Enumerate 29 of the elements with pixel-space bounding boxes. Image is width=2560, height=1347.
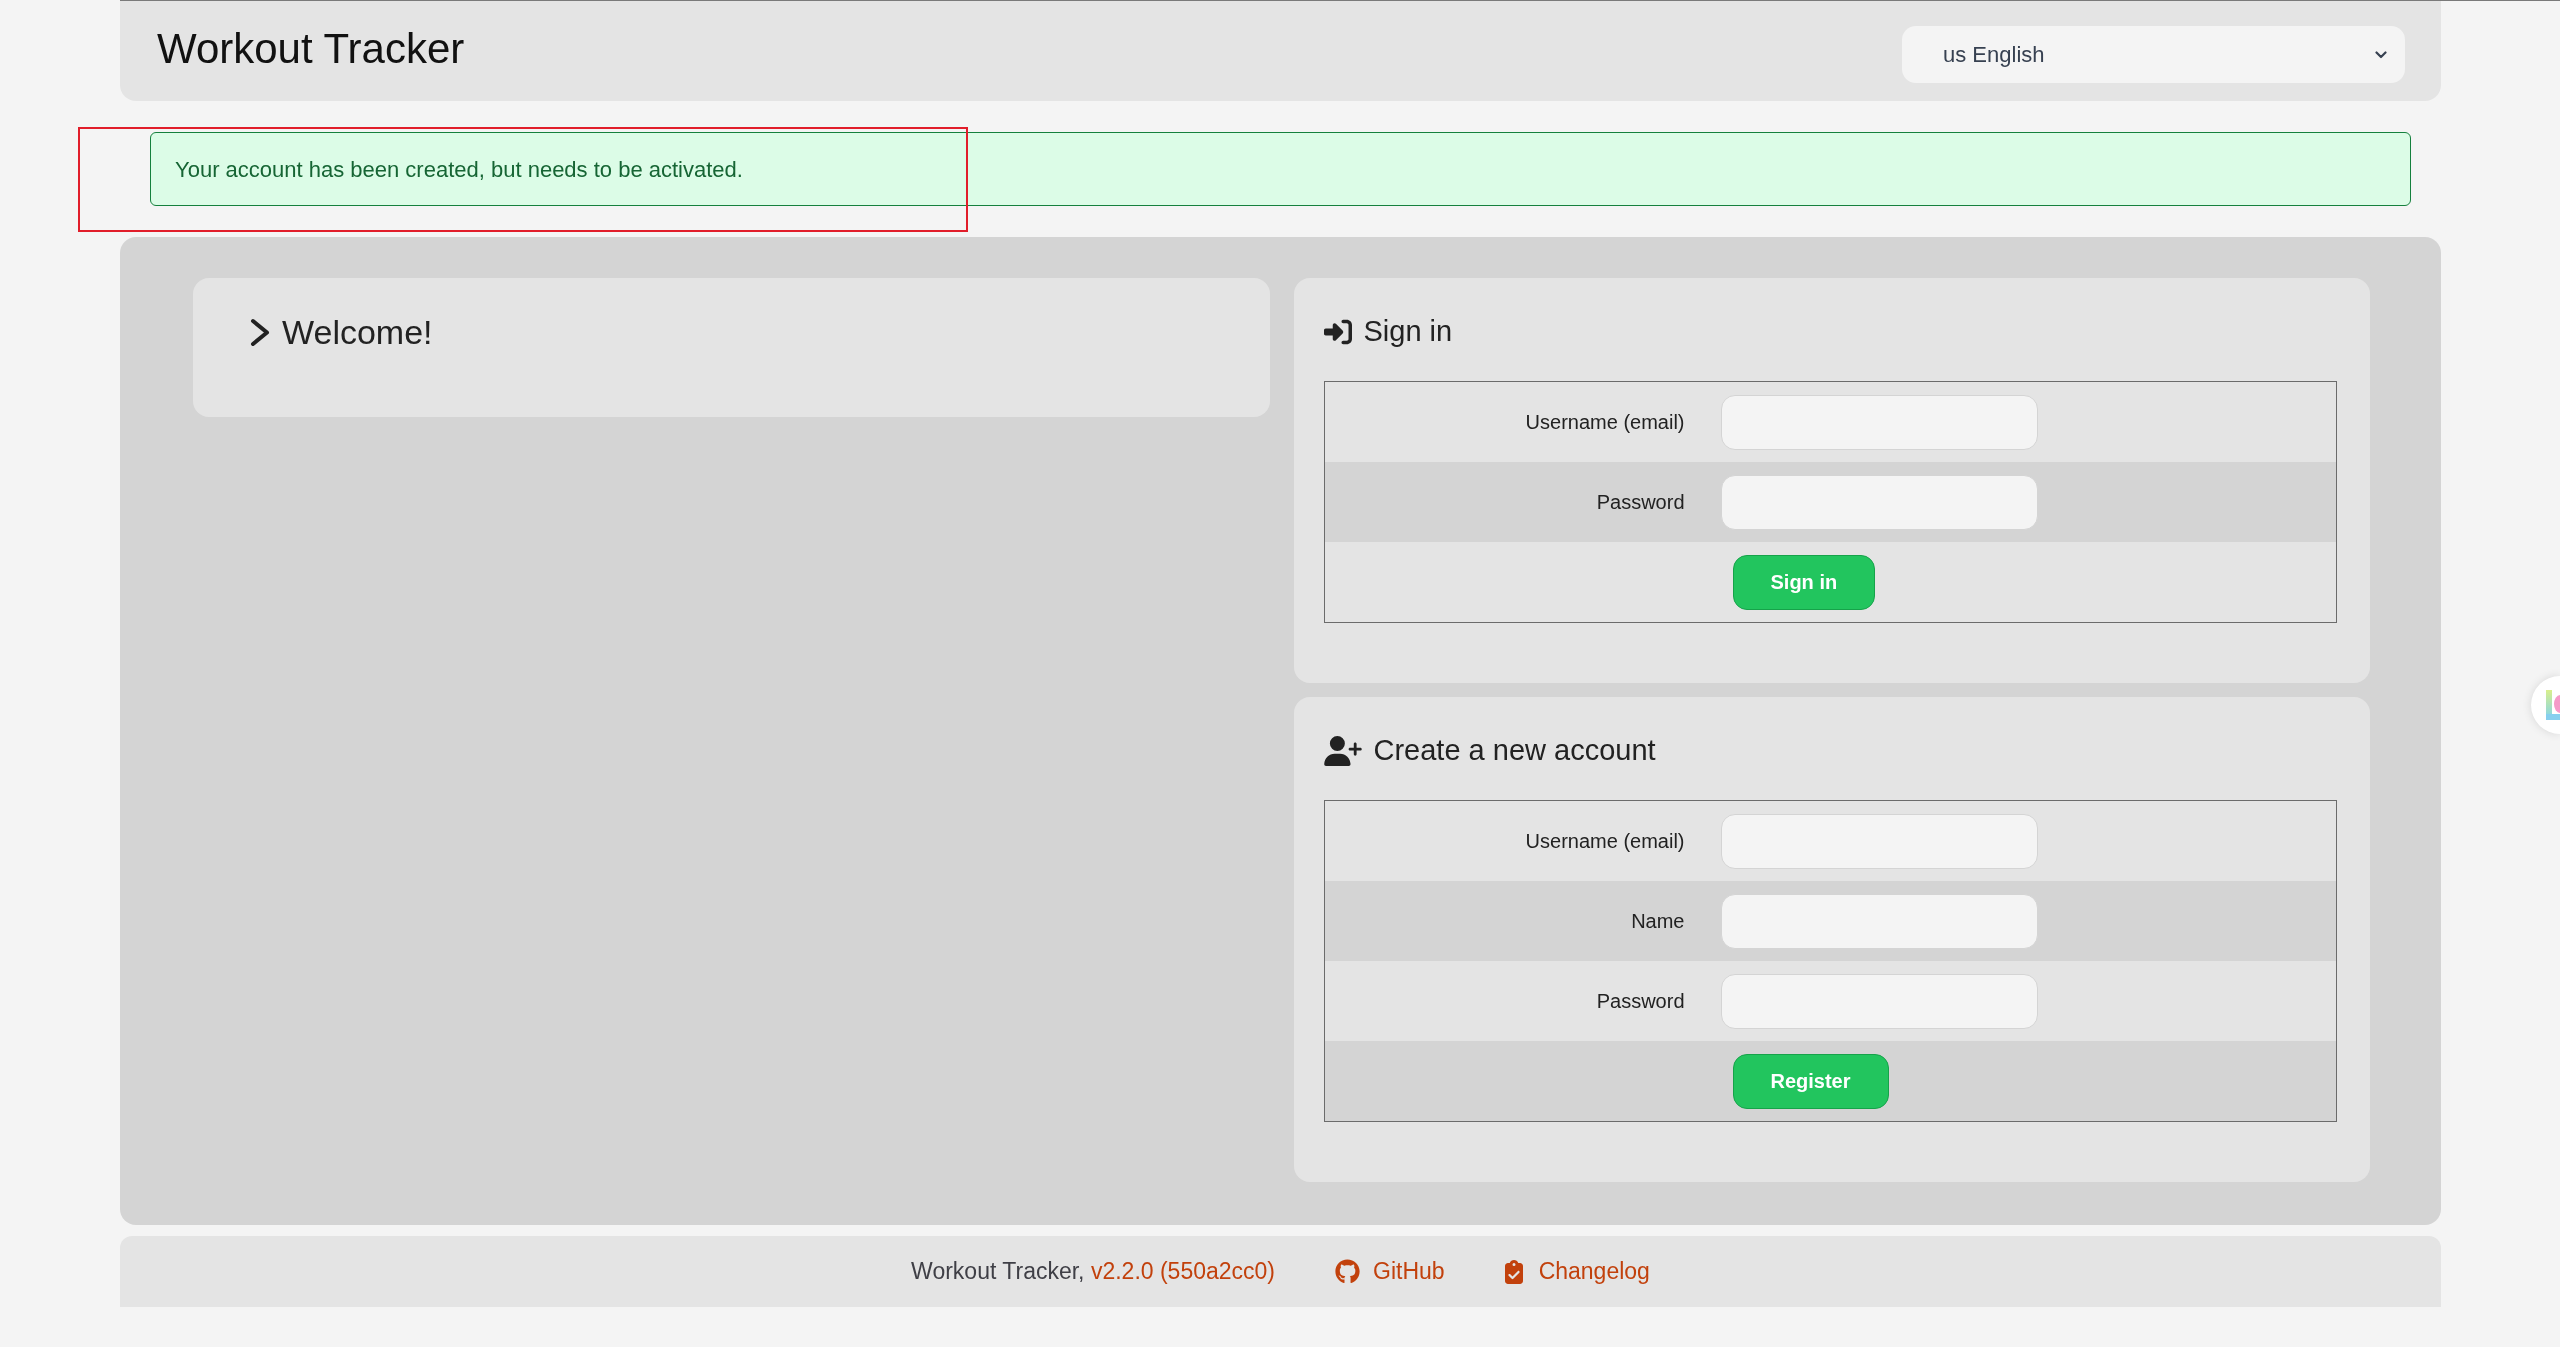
floating-logo-icon[interactable] xyxy=(2531,676,2560,734)
language-select[interactable]: us English xyxy=(1902,26,2405,83)
text-input-field[interactable] xyxy=(1720,394,2038,450)
clipboard-check-icon xyxy=(1504,1259,1523,1284)
field-label: Username (email) xyxy=(1525,410,1685,435)
field-label: Name xyxy=(1631,909,1685,934)
github-icon xyxy=(1335,1259,1361,1284)
app-title: Workout Tracker xyxy=(157,24,465,74)
chevron-down-icon xyxy=(2375,50,2387,59)
text-input-field[interactable] xyxy=(1720,973,2038,1029)
version-link[interactable]: v2.2.0 (550a2cc0) xyxy=(1090,1258,1276,1285)
alert-message: Your account has been created, but needs to be activated. xyxy=(175,155,743,184)
changelog-link[interactable]: Changelog xyxy=(1504,1254,1650,1289)
field-label: Password xyxy=(1596,989,1685,1014)
sign-in-icon xyxy=(1323,317,1352,346)
text-input-field[interactable] xyxy=(1720,474,2038,530)
welcome-heading: Welcome! xyxy=(282,312,433,353)
card-heading: Create a new account xyxy=(1373,733,1656,768)
chevron-right-icon[interactable] xyxy=(250,318,271,347)
github-link[interactable]: GitHub xyxy=(1335,1254,1445,1289)
text-input-field[interactable] xyxy=(1720,813,2038,869)
text-input-field[interactable] xyxy=(1720,893,2038,949)
footer-credit: Workout Tracker, v2.2.0 (550a2cc0) xyxy=(911,1257,1276,1287)
user-plus-icon xyxy=(1323,735,1362,766)
field-label: Username (email) xyxy=(1525,829,1685,854)
sign-in-button[interactable]: Sign in xyxy=(1732,554,1876,610)
card-heading: Sign in xyxy=(1363,314,1453,349)
register-button[interactable]: Register xyxy=(1732,1053,1889,1109)
field-label: Password xyxy=(1596,490,1685,515)
